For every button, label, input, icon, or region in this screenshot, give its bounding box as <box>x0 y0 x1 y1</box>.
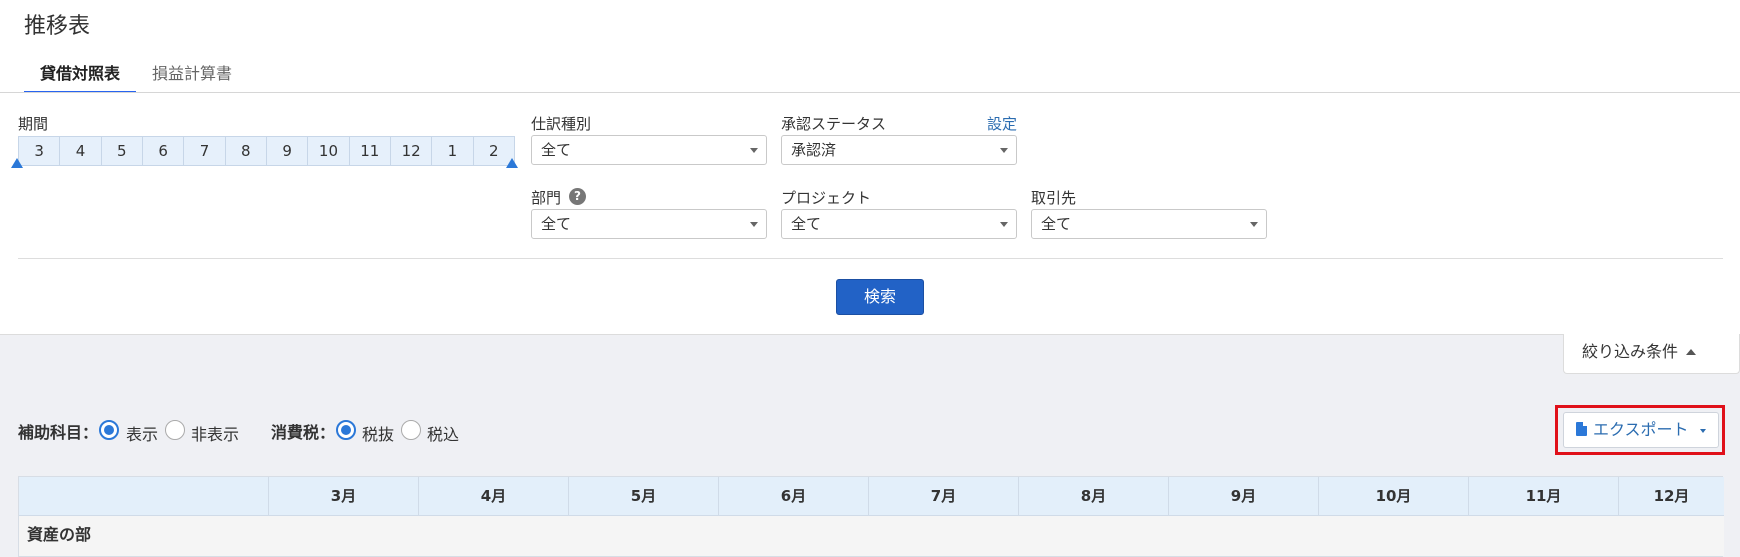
chevron-down-icon <box>750 222 758 227</box>
settings-link[interactable]: 設定 <box>987 113 1017 134</box>
filter-toggle-label: 絞り込み条件 <box>1582 342 1679 361</box>
approval-status-value: 承認済 <box>791 141 837 159</box>
period-month[interactable]: 12 <box>391 137 433 165</box>
period-month[interactable]: 11 <box>350 137 391 165</box>
journal-type-label: 仕訳種別 <box>531 115 592 133</box>
column-header: 5月 <box>569 477 719 515</box>
period-month[interactable]: 10 <box>308 137 350 165</box>
column-header: 12月 <box>1653 487 1690 505</box>
period-label: 期間 <box>18 115 49 133</box>
tax-included-label[interactable]: 税込 <box>427 421 459 445</box>
project-label: プロジェクト <box>781 189 872 207</box>
tab-income-statement[interactable]: 損益計算書 <box>136 54 248 93</box>
period-month[interactable]: 9 <box>267 137 309 165</box>
approval-status-label: 承認ステータス <box>781 115 887 133</box>
page-title: 推移表 <box>24 14 91 39</box>
export-button[interactable]: エクスポート <box>1563 412 1719 448</box>
approval-status-select[interactable]: 承認済 <box>781 135 1017 165</box>
column-header: 3月 <box>269 477 419 515</box>
report-tabs: 貸借対照表 損益計算書 <box>24 54 248 93</box>
department-label: 部門 <box>531 189 562 207</box>
period-month[interactable]: 5 <box>102 137 143 165</box>
tabs-divider <box>0 92 1740 93</box>
project-select[interactable]: 全て <box>781 209 1017 239</box>
tax-included-radio[interactable] <box>401 420 421 440</box>
partner-value: 全て <box>1041 215 1072 233</box>
department-value: 全て <box>541 215 572 233</box>
filter-divider <box>18 258 1723 259</box>
sub-account-hide-label[interactable]: 非表示 <box>191 421 239 445</box>
column-header: 6月 <box>719 477 869 515</box>
department-select[interactable]: 全て <box>531 209 767 239</box>
period-start-handle[interactable] <box>11 158 23 168</box>
chevron-down-icon <box>1000 148 1008 153</box>
sub-account-show-label[interactable]: 表示 <box>126 421 158 445</box>
trend-table: 3月 4月 5月 6月 7月 8月 9月 10月 11月 12月 資産の部 <box>18 476 1724 557</box>
column-header: 7月 <box>869 477 1019 515</box>
file-icon <box>1576 422 1587 436</box>
search-button[interactable]: 検索 <box>836 279 924 315</box>
period-month[interactable]: 6 <box>143 137 185 165</box>
chevron-down-icon <box>1700 429 1706 433</box>
column-header: 4月 <box>419 477 569 515</box>
period-month[interactable]: 1 <box>432 137 474 165</box>
partner-select[interactable]: 全て <box>1031 209 1267 239</box>
column-header: 9月 <box>1169 477 1319 515</box>
table-header: 3月 4月 5月 6月 7月 8月 9月 10月 11月 12月 <box>19 477 1724 516</box>
sub-account-show-radio[interactable] <box>99 420 119 440</box>
sub-account-label: 補助科目： <box>18 423 99 442</box>
column-header: 10月 <box>1319 477 1469 515</box>
journal-type-value: 全て <box>541 141 572 159</box>
export-label: エクスポート <box>1593 420 1689 439</box>
column-header: 8月 <box>1019 477 1169 515</box>
journal-type-select[interactable]: 全て <box>531 135 767 165</box>
period-month[interactable]: 4 <box>60 137 102 165</box>
column-header: 11月 <box>1469 477 1619 515</box>
chevron-up-icon <box>1686 349 1697 355</box>
chevron-down-icon <box>1250 222 1258 227</box>
filter-toggle-button[interactable]: 絞り込み条件 <box>1563 334 1740 374</box>
tax-excluded-radio[interactable] <box>336 420 356 440</box>
sub-account-hide-radio[interactable] <box>165 420 185 440</box>
help-icon[interactable]: ? <box>569 188 586 205</box>
partner-label: 取引先 <box>1031 189 1077 207</box>
period-month[interactable]: 8 <box>226 137 267 165</box>
tax-excluded-label[interactable]: 税抜 <box>362 421 394 445</box>
table-header-corner <box>19 477 269 515</box>
chevron-down-icon <box>1000 222 1008 227</box>
chevron-down-icon <box>750 148 758 153</box>
project-value: 全て <box>791 215 822 233</box>
period-slider[interactable]: 3 4 5 6 7 8 9 10 11 12 1 2 <box>18 136 515 166</box>
period-end-handle[interactable] <box>506 158 518 168</box>
period-month[interactable]: 7 <box>184 137 226 165</box>
table-row: 資産の部 <box>19 516 1724 556</box>
tax-label: 消費税： <box>271 423 336 442</box>
tab-balance-sheet[interactable]: 貸借対照表 <box>24 54 137 93</box>
period-month[interactable]: 3 <box>19 137 61 165</box>
